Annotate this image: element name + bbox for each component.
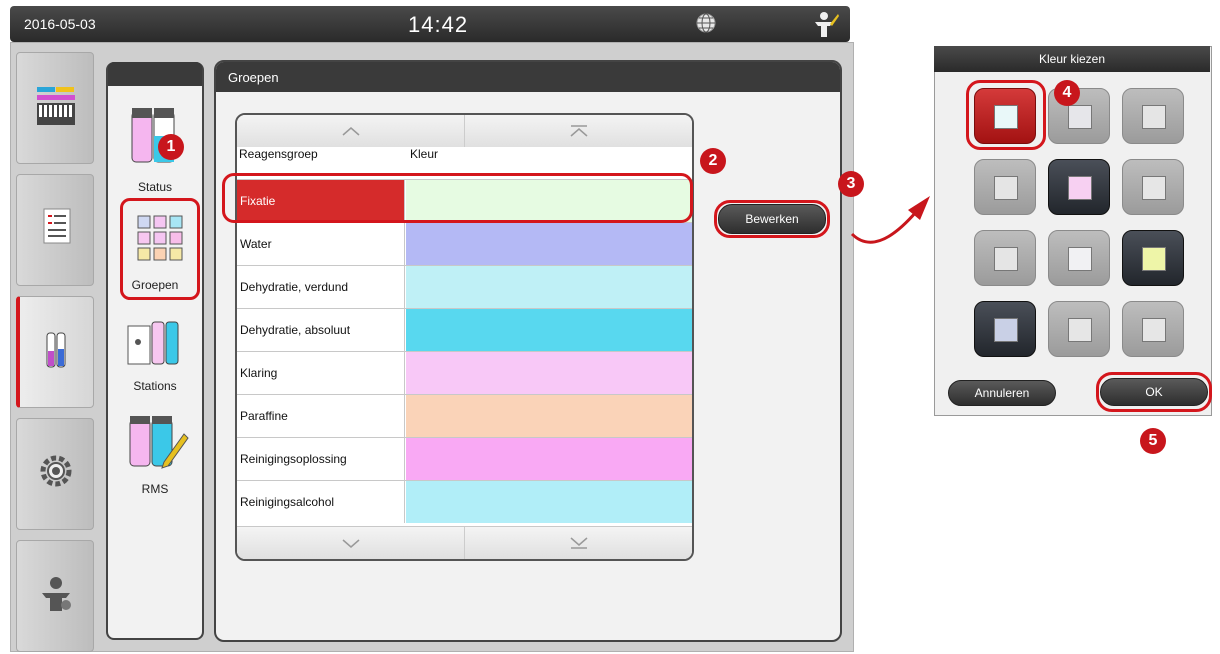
chevron-down-icon bbox=[342, 539, 359, 548]
row-color-swatch bbox=[406, 309, 692, 351]
color-swatch-button[interactable] bbox=[974, 159, 1036, 215]
color-swatch-fill bbox=[1068, 176, 1092, 200]
color-swatch-fill bbox=[1142, 105, 1166, 129]
color-swatch-button[interactable] bbox=[1048, 230, 1110, 286]
row-color-swatch bbox=[406, 438, 692, 480]
color-swatch-button[interactable] bbox=[974, 301, 1036, 357]
edit-button[interactable]: Bewerken bbox=[718, 204, 826, 234]
flow-arrow-icon bbox=[850, 196, 930, 244]
rms-icon bbox=[129, 416, 189, 469]
panel-header: Groepen bbox=[216, 62, 840, 92]
table-row[interactable]: Dehydratie, verdund bbox=[237, 265, 692, 308]
submenu-item-rms[interactable] bbox=[124, 412, 190, 474]
submenu-label-stations: Stations bbox=[133, 379, 177, 393]
color-swatch-fill bbox=[1142, 247, 1166, 271]
table-row[interactable]: Reinigingsoplossing bbox=[237, 437, 692, 480]
scroll-bottom-button[interactable] bbox=[465, 527, 692, 559]
callout-2: 2 bbox=[700, 148, 726, 174]
nav-tab-settings[interactable] bbox=[16, 418, 94, 530]
row-color-swatch bbox=[406, 395, 692, 437]
submenu-label-status: Status bbox=[137, 180, 173, 194]
color-swatch-button[interactable] bbox=[1122, 88, 1184, 144]
color-swatch-fill bbox=[994, 318, 1018, 342]
scroll-up-button[interactable] bbox=[237, 115, 465, 147]
ok-button[interactable]: OK bbox=[1100, 378, 1208, 406]
color-swatch-button[interactable] bbox=[1048, 159, 1110, 215]
column-header-color: Kleur bbox=[410, 147, 439, 161]
submenu-header bbox=[108, 62, 202, 86]
table-row[interactable]: Reinigingsalcohol bbox=[237, 480, 692, 523]
row-group-name: Dehydratie, absoluut bbox=[237, 309, 405, 351]
submenu-label-groepen: Groepen bbox=[131, 278, 179, 292]
row-color-swatch bbox=[406, 223, 692, 265]
status-time: 14:42 bbox=[408, 12, 469, 37]
globe-icon[interactable] bbox=[695, 12, 717, 34]
user-icon[interactable] bbox=[810, 10, 840, 38]
submenu-item-stations[interactable] bbox=[124, 316, 184, 372]
status-date: 2016-05-03 bbox=[24, 16, 96, 32]
color-swatch-button[interactable] bbox=[1122, 301, 1184, 357]
row-group-name: Paraffine bbox=[237, 395, 405, 437]
table-row[interactable]: Klaring bbox=[237, 351, 692, 394]
color-swatch-fill bbox=[994, 176, 1018, 200]
program-list-icon bbox=[43, 208, 71, 244]
color-swatch-fill bbox=[1068, 318, 1092, 342]
table-row[interactable]: Water bbox=[237, 222, 692, 265]
color-swatch-button[interactable] bbox=[974, 230, 1036, 286]
color-swatch-fill bbox=[1068, 247, 1092, 271]
gear-icon bbox=[40, 455, 72, 487]
table-row[interactable]: Paraffine bbox=[237, 394, 692, 437]
nav-tab-users[interactable] bbox=[16, 540, 94, 652]
row-group-name: Dehydratie, verdund bbox=[237, 266, 405, 308]
callout-4: 4 bbox=[1054, 80, 1080, 106]
row-group-name: Water bbox=[237, 223, 405, 265]
table-row[interactable]: Dehydratie, absoluut bbox=[237, 308, 692, 351]
row-group-name: Reinigingsoplossing bbox=[237, 438, 405, 480]
color-swatch-fill bbox=[994, 247, 1018, 271]
scroll-down-button[interactable] bbox=[237, 527, 465, 559]
reagent-rack-icon bbox=[37, 87, 75, 125]
cancel-button[interactable]: Annuleren bbox=[948, 380, 1056, 406]
row-color-swatch bbox=[406, 481, 692, 523]
table-scroll-top bbox=[237, 115, 692, 147]
nav-tab-programs[interactable] bbox=[16, 174, 94, 286]
selected-row-highlight bbox=[222, 173, 693, 223]
callout-1: 1 bbox=[158, 134, 184, 160]
nav-tab-reagents[interactable] bbox=[16, 296, 94, 408]
callout-5: 5 bbox=[1140, 428, 1166, 454]
color-dialog-title: Kleur kiezen bbox=[1038, 52, 1106, 66]
row-group-name: Klaring bbox=[237, 352, 405, 394]
selected-swatch-highlight bbox=[966, 80, 1046, 150]
column-header-group: Reagensgroep bbox=[239, 147, 318, 161]
user-settings-icon bbox=[42, 577, 71, 611]
table-scroll-bottom bbox=[237, 526, 692, 559]
status-bar: 2016-05-03 14:42 bbox=[10, 6, 850, 42]
submenu-label-rms: RMS bbox=[141, 482, 169, 496]
color-grid-icon bbox=[137, 215, 183, 261]
reagent-bottles-icon bbox=[46, 332, 66, 368]
row-color-swatch bbox=[406, 266, 692, 308]
chevron-up-icon bbox=[342, 127, 359, 136]
row-group-name: Reinigingsalcohol bbox=[237, 481, 405, 523]
nav-tab-reagent-rack[interactable] bbox=[16, 52, 94, 164]
color-swatch-button[interactable] bbox=[1122, 159, 1184, 215]
color-dialog-header: Kleur kiezen bbox=[934, 46, 1210, 72]
color-swatch-button[interactable] bbox=[1048, 301, 1110, 357]
chevron-to-top-icon bbox=[570, 125, 587, 137]
panel-title: Groepen bbox=[228, 70, 279, 85]
color-swatch-fill bbox=[1142, 176, 1166, 200]
scroll-top-button[interactable] bbox=[465, 115, 692, 147]
color-swatch-fill bbox=[1068, 105, 1092, 129]
color-swatch-fill bbox=[1142, 318, 1166, 342]
row-color-swatch bbox=[406, 352, 692, 394]
color-swatch-button[interactable] bbox=[1122, 230, 1184, 286]
chevron-to-bottom-icon bbox=[570, 537, 587, 549]
stations-icon bbox=[127, 321, 179, 365]
